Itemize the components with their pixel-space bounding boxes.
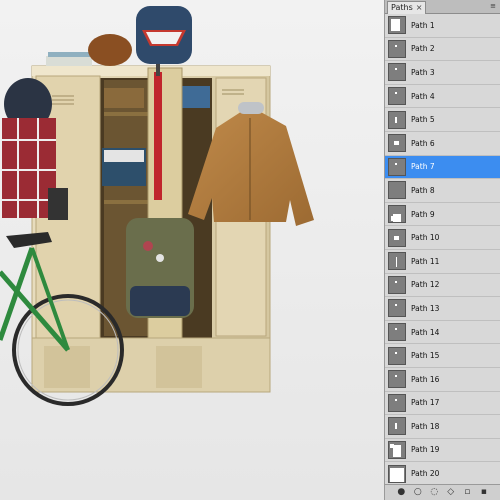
path-row-label: Path 3: [411, 67, 435, 77]
tab-paths-label: Paths: [391, 3, 413, 12]
path-row[interactable]: Path 4: [385, 84, 500, 109]
path-row[interactable]: Path 10: [385, 226, 500, 250]
path-thumbnail-icon: [388, 110, 406, 129]
path-row[interactable]: Path 6: [385, 131, 500, 156]
make-work-path-icon[interactable]: ◇: [446, 488, 455, 497]
tab-paths[interactable]: Paths ×: [387, 1, 427, 14]
path-row-label: Path 5: [411, 115, 435, 125]
path-thumbnail-icon: [388, 228, 406, 247]
path-row[interactable]: Path 17: [385, 391, 500, 416]
path-thumbnail-icon: [388, 157, 406, 176]
path-row-label: Path 16: [411, 374, 440, 384]
path-row-label: Path 8: [411, 185, 435, 195]
path-row-label: Path 13: [411, 303, 440, 313]
path-thumbnail-icon: [388, 346, 406, 365]
path-row[interactable]: Path 1: [385, 14, 500, 38]
path-row[interactable]: Path 18: [385, 415, 500, 439]
path-row[interactable]: Path 8: [385, 179, 500, 203]
path-row[interactable]: Path 20: [385, 462, 500, 484]
close-icon[interactable]: ×: [416, 2, 423, 14]
path-row-label: Path 9: [411, 209, 435, 219]
path-row-label: Path 10: [411, 233, 440, 243]
path-row[interactable]: Path 19: [385, 438, 500, 463]
delete-path-icon[interactable]: ▪: [479, 488, 488, 497]
path-thumbnail-icon: [388, 16, 406, 35]
path-row-label: Path 15: [411, 351, 440, 361]
photo-locker-scene: [0, 0, 384, 500]
path-row[interactable]: Path 3: [385, 61, 500, 85]
path-thumbnail-icon: [388, 275, 406, 294]
path-thumbnail-icon: [388, 63, 406, 82]
path-thumbnail-icon: [388, 39, 406, 58]
path-row[interactable]: Path 15: [385, 344, 500, 368]
new-path-icon[interactable]: ▫: [463, 488, 472, 497]
path-thumbnail-icon: [388, 417, 406, 436]
path-row-label: Path 1: [411, 20, 435, 30]
stroke-path-icon[interactable]: ○: [413, 488, 422, 497]
path-row-label: Path 11: [411, 256, 440, 266]
path-thumbnail-icon: [388, 323, 406, 342]
path-thumbnail-icon: [388, 252, 406, 271]
path-row-label: Path 12: [411, 280, 440, 290]
path-thumbnail-icon: [388, 205, 406, 224]
path-row-label: Path 20: [411, 469, 440, 479]
path-thumbnail-icon: [388, 87, 406, 106]
document-canvas[interactable]: [0, 0, 384, 500]
panel-menu-icon[interactable]: ≡: [488, 1, 498, 11]
path-thumbnail-icon: [388, 134, 406, 153]
path-row[interactable]: Path 7: [385, 155, 500, 180]
path-row[interactable]: Path 12: [385, 273, 500, 298]
path-row-label: Path 17: [411, 398, 440, 408]
path-row[interactable]: Path 16: [385, 367, 500, 392]
path-row[interactable]: Path 5: [385, 108, 500, 132]
path-thumbnail-icon: [388, 393, 406, 412]
path-row-label: Path 18: [411, 421, 440, 431]
panel-tab-bar: Paths × ≡: [385, 0, 500, 14]
path-row-label: Path 7: [411, 162, 435, 172]
path-row[interactable]: Path 13: [385, 297, 500, 321]
path-row-label: Path 6: [411, 138, 435, 148]
path-thumbnail-icon: [388, 299, 406, 318]
path-row-label: Path 2: [411, 44, 435, 54]
fill-path-icon[interactable]: ●: [397, 488, 406, 497]
path-list: Path 1 Path 2 Path 3 Path 4 Path 5 Path 6 Path…: [385, 14, 500, 484]
path-thumbnail-icon: [388, 464, 406, 483]
path-row[interactable]: Path 9: [385, 202, 500, 227]
path-thumbnail-icon: [388, 181, 406, 200]
path-row[interactable]: Path 14: [385, 320, 500, 345]
panel-bottom-bar: ● ○ ◌ ◇ ▫ ▪: [385, 484, 500, 500]
path-row[interactable]: Path 2: [385, 37, 500, 62]
path-row-label: Path 19: [411, 445, 440, 455]
paths-panel: Paths × ≡ Path 1 Path 2 Path 3 Path 4 Path 5…: [384, 0, 500, 500]
path-row[interactable]: Path 11: [385, 249, 500, 274]
path-row-label: Path 14: [411, 327, 440, 337]
path-thumbnail-icon: [388, 370, 406, 389]
load-selection-icon[interactable]: ◌: [430, 488, 439, 497]
path-thumbnail-icon: [388, 440, 406, 459]
path-row-label: Path 4: [411, 91, 435, 101]
